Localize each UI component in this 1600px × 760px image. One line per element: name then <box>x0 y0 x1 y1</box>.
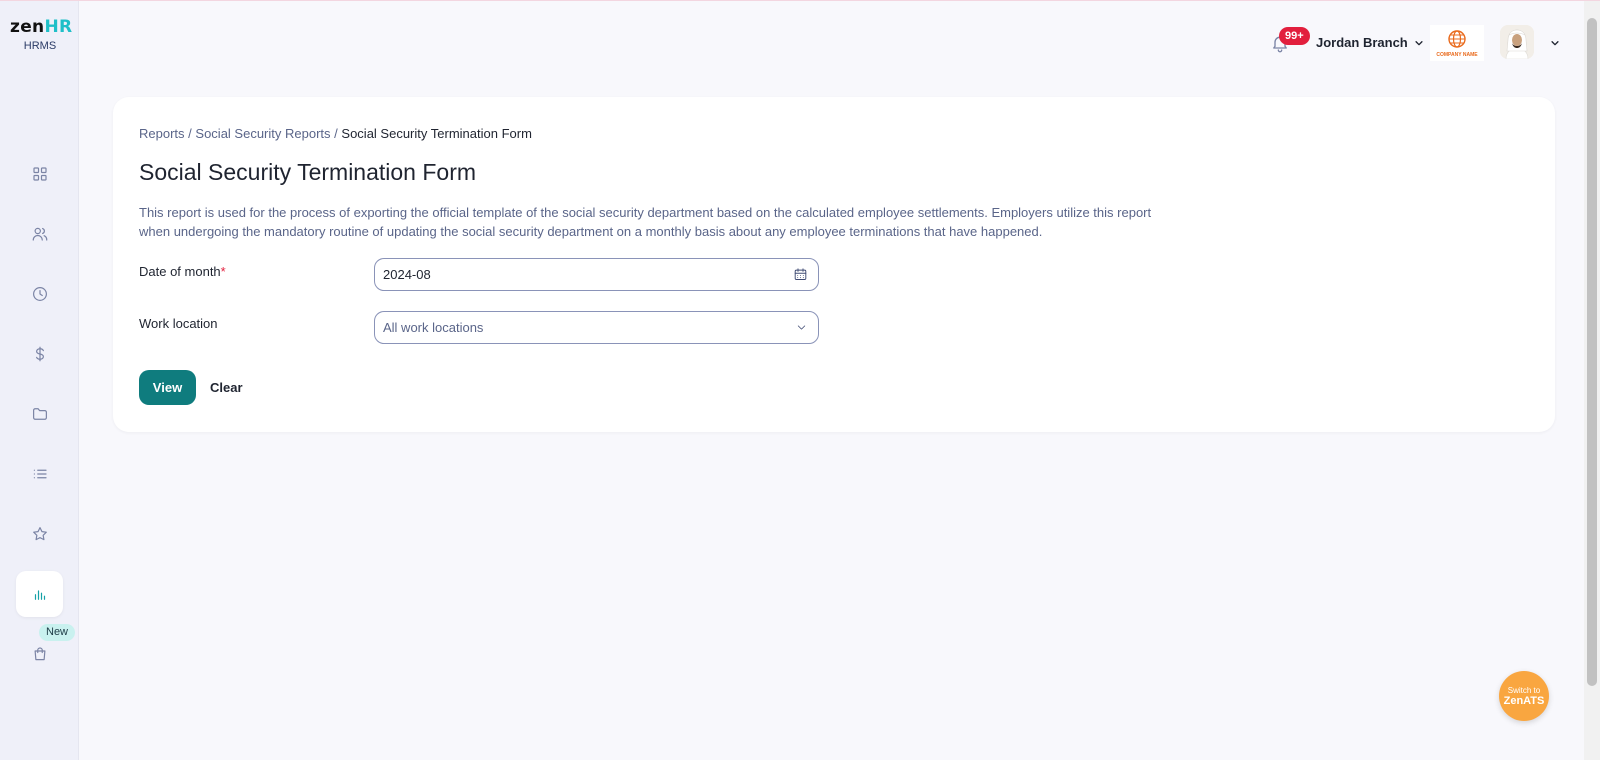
vertical-scrollbar[interactable] <box>1584 1 1600 760</box>
sidebar-item-reports[interactable] <box>16 571 63 617</box>
logo-subtitle: HRMS <box>23 40 57 52</box>
page-title: Social Security Termination Form <box>139 159 477 185</box>
bag-icon <box>34 647 45 661</box>
clear-button[interactable]: Clear <box>210 370 243 405</box>
sidebar-item-marketplace[interactable] <box>16 631 63 677</box>
branch-label: Jordan Branch <box>1316 35 1408 50</box>
user-avatar[interactable] <box>1500 25 1534 59</box>
sidebar-item-tasks[interactable] <box>16 451 63 497</box>
breadcrumb-current: Social Security Termination Form <box>341 126 532 141</box>
folder-icon <box>32 408 47 420</box>
work-location-value: All work locations <box>383 320 484 335</box>
user-menu-chevron-icon[interactable] <box>1550 38 1560 48</box>
breadcrumb-social-security-reports[interactable]: Social Security Reports <box>195 126 330 141</box>
dollar-icon <box>35 346 44 362</box>
notification-count-badge: 99+ <box>1279 27 1310 45</box>
page-description: This report is used for the process of e… <box>139 205 1152 239</box>
sidebar-item-performance[interactable] <box>16 511 63 557</box>
date-of-month-field[interactable]: 2024-08 <box>374 258 819 291</box>
report-card: Reports / Social Security Reports / Soci… <box>113 97 1555 432</box>
required-mark: * <box>220 264 226 279</box>
work-location-select[interactable]: All work locations <box>374 311 819 344</box>
company-logo-text: COMPANY NAME <box>1436 51 1478 58</box>
users-icon <box>32 227 47 241</box>
star-icon <box>32 527 47 541</box>
logo-wordmark: zenHR <box>10 17 73 37</box>
grid-icon <box>32 167 47 181</box>
sidebar-item-employees[interactable] <box>16 211 63 257</box>
user-avatar-image <box>1500 25 1534 59</box>
sidebar-item-documents[interactable] <box>16 391 63 437</box>
work-location-label: Work location <box>139 316 218 331</box>
breadcrumb: Reports / Social Security Reports / Soci… <box>139 126 532 141</box>
calendar-icon[interactable] <box>793 267 808 282</box>
zenhr-logo[interactable]: zenHR HRMS <box>10 17 73 52</box>
chevron-down-icon <box>797 325 806 330</box>
date-of-month-value: 2024-08 <box>383 267 431 282</box>
chevron-down-icon <box>1415 40 1423 45</box>
breadcrumb-separator: / <box>334 126 338 141</box>
breadcrumb-reports[interactable]: Reports <box>139 126 185 141</box>
switch-ats-line2: ZenATS <box>1503 694 1545 707</box>
sidebar-item-dashboard[interactable] <box>16 151 63 197</box>
bar-chart-icon <box>34 590 45 600</box>
scrollbar-thumb[interactable] <box>1587 18 1597 686</box>
branch-selector[interactable]: Jordan Branch <box>1316 35 1424 50</box>
switch-ats-line1: Switch to <box>1507 685 1541 695</box>
list-icon <box>33 469 47 479</box>
breadcrumb-separator: / <box>188 126 192 141</box>
company-logo[interactable]: COMPANY NAME <box>1430 25 1484 61</box>
sidebar-item-payroll[interactable] <box>16 331 63 377</box>
globe-logo-icon <box>1448 29 1466 48</box>
switch-to-zenats-button[interactable]: Switch to ZenATS <box>1499 671 1549 721</box>
view-button[interactable]: View <box>139 370 196 405</box>
clock-icon <box>32 287 47 301</box>
date-of-month-label: Date of month* <box>139 264 226 279</box>
sidebar: zenHR HRMS New <box>0 1 79 760</box>
sidebar-item-attendance[interactable] <box>16 271 63 317</box>
